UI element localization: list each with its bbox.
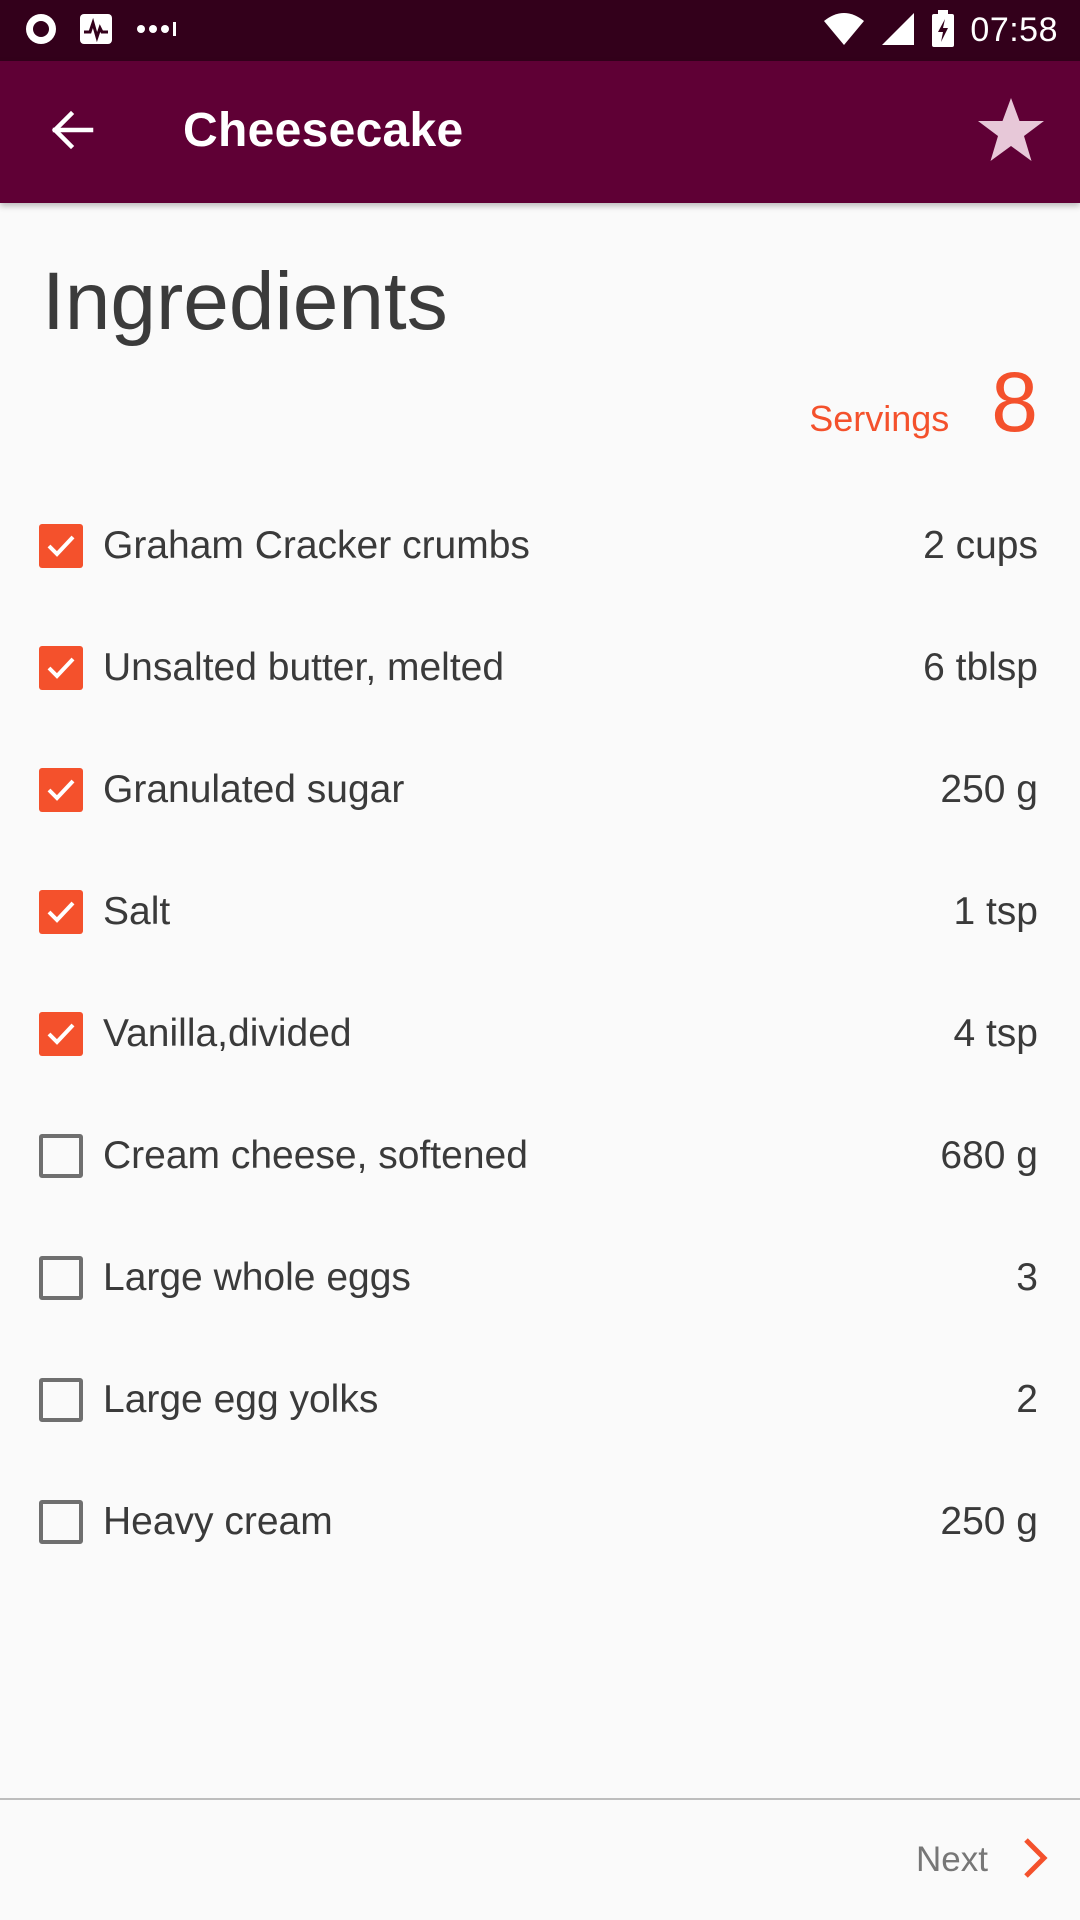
star-icon [976,96,1046,168]
ingredient-row[interactable]: Granulated sugar 250 g [0,729,1080,851]
chevron-right-icon [1020,1836,1050,1884]
ingredient-name: Graham Cracker crumbs [103,524,530,567]
favorite-button[interactable] [970,91,1052,173]
ingredient-quantity: 3 [1016,1256,1038,1299]
arrow-left-icon [49,107,95,157]
ingredient-name: Heavy cream [103,1500,333,1543]
checkmark-icon [47,779,75,801]
ingredient-quantity: 250 g [940,768,1038,811]
ingredient-row[interactable]: Vanilla,divided 4 tsp [0,973,1080,1095]
activity-icon [78,12,114,50]
checkbox-checked[interactable] [39,524,83,568]
checkbox-unchecked[interactable] [39,1256,83,1300]
ingredient-quantity: 2 [1016,1378,1038,1421]
checkbox-checked[interactable] [39,768,83,812]
ingredient-quantity: 1 tsp [953,890,1038,933]
ingredient-quantity: 6 tblsp [923,646,1038,689]
battery-charging-icon [930,9,956,53]
ingredient-row[interactable]: Salt 1 tsp [0,851,1080,973]
ingredient-row[interactable]: Cream cheese, softened 680 g [0,1095,1080,1217]
ingredient-name: Cream cheese, softened [103,1134,528,1177]
ingredient-list: Graham Cracker crumbs 2 cups Unsalted butt… [0,485,1080,1583]
wifi-icon [822,11,866,51]
ingredient-row[interactable]: Large egg yolks 2 [0,1339,1080,1461]
checkbox-checked[interactable] [39,646,83,690]
status-right-icons: 07:58 [822,0,1058,61]
checkmark-icon [47,901,75,923]
checkmark-icon [47,535,75,557]
ingredient-name: Large whole eggs [103,1256,411,1299]
checkmark-icon [47,1023,75,1045]
checkbox-checked[interactable] [39,890,83,934]
ingredient-quantity: 250 g [940,1500,1038,1543]
app-bar: Cheesecake [0,61,1080,203]
next-button[interactable]: Next [916,1830,1050,1890]
ingredient-name: Large egg yolks [103,1378,379,1421]
more-dots-icon [134,12,180,50]
ingredient-name: Vanilla,divided [103,1012,352,1055]
checkmark-icon [47,657,75,679]
servings-value[interactable]: 8 [991,360,1038,444]
recipe-screen: 07:58 Cheesecake Ingredients Servings 8 [0,0,1080,1920]
back-button[interactable] [28,93,116,171]
next-label: Next [916,1840,988,1879]
ingredient-name: Salt [103,890,171,933]
section-heading: Ingredients [42,256,448,347]
checkbox-unchecked[interactable] [39,1378,83,1422]
ingredient-name: Unsalted butter, melted [103,646,505,689]
status-bar: 07:58 [0,0,1080,61]
servings[interactable]: Servings 8 [809,360,1038,444]
bottom-divider [0,1798,1080,1800]
status-time: 07:58 [970,11,1058,49]
ingredient-row[interactable]: Large whole eggs 3 [0,1217,1080,1339]
ingredient-name: Granulated sugar [103,768,405,811]
servings-label: Servings [809,398,950,439]
checkbox-unchecked[interactable] [39,1500,83,1544]
page-title: Cheesecake [183,104,464,157]
ingredient-row[interactable]: Heavy cream 250 g [0,1461,1080,1583]
ingredient-quantity: 4 tsp [953,1012,1038,1055]
ingredient-row[interactable]: Unsalted butter, melted 6 tblsp [0,607,1080,729]
ingredient-quantity: 2 cups [923,524,1038,567]
checkbox-unchecked[interactable] [39,1134,83,1178]
status-left-icons [24,12,180,50]
ingredient-row[interactable]: Graham Cracker crumbs 2 cups [0,485,1080,607]
signal-icon [880,11,916,51]
record-icon [24,12,58,50]
ingredient-quantity: 680 g [940,1134,1038,1177]
checkbox-checked[interactable] [39,1012,83,1056]
